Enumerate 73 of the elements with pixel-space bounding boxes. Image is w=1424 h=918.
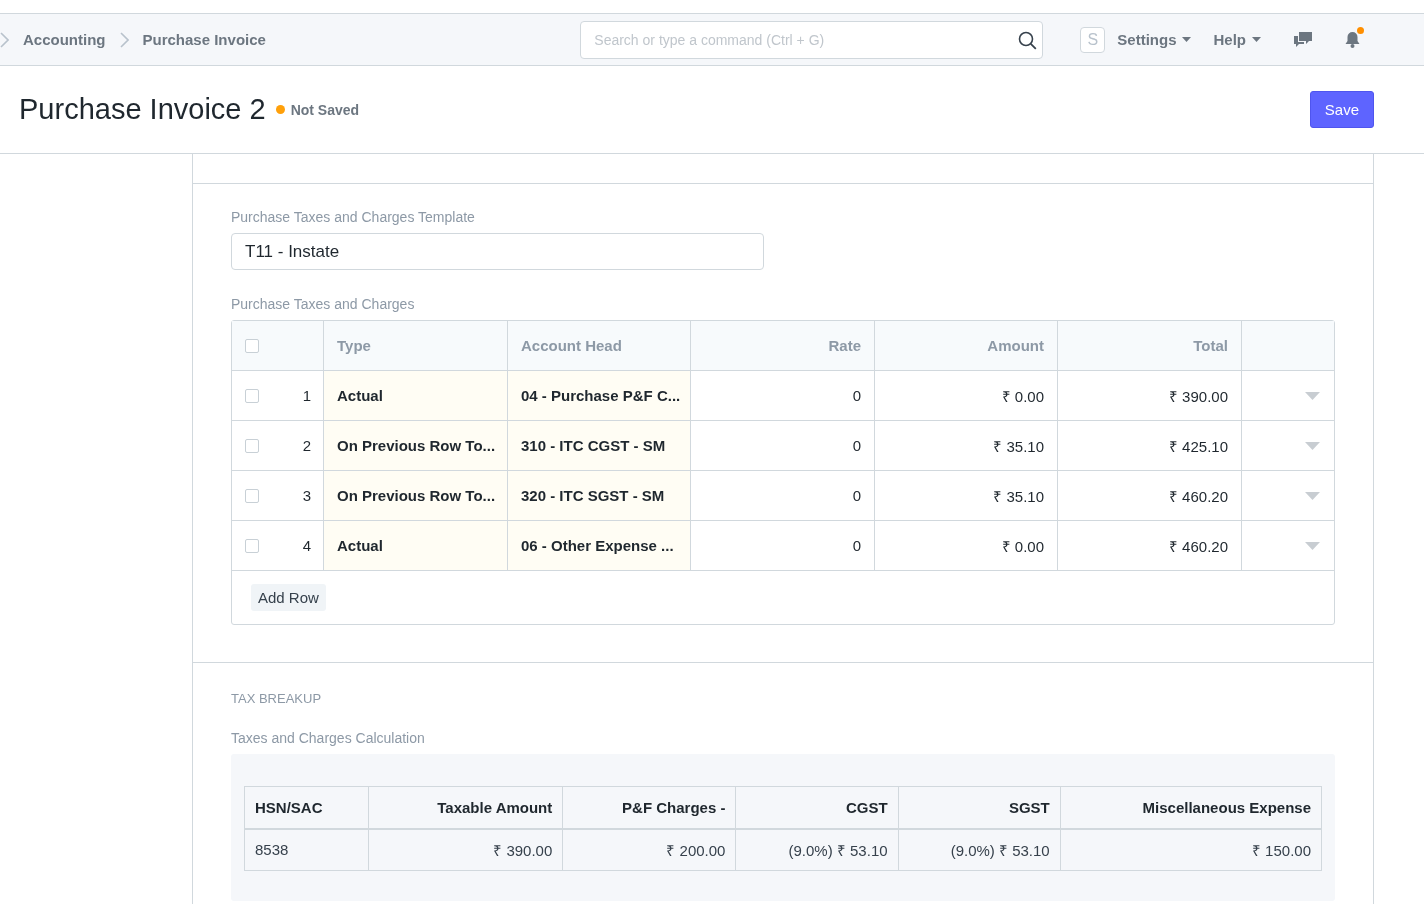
column-header: Rate <box>690 321 874 370</box>
column-header: Amount <box>874 321 1057 370</box>
template-field[interactable]: T11 - Instate <box>231 233 764 270</box>
nav-menu[interactable]: Help <box>1213 31 1261 48</box>
table-label: Purchase Taxes and Charges <box>231 296 416 312</box>
table-cell[interactable]: Actual <box>323 521 507 570</box>
dropdown-caret-icon[interactable] <box>1305 541 1320 550</box>
row-number: 2 <box>302 437 311 454</box>
chat-button[interactable] <box>1293 31 1313 48</box>
row-number: 4 <box>302 537 311 554</box>
row-checkbox[interactable] <box>245 488 259 503</box>
search-field[interactable]: Search or type a command (Ctrl + G) <box>580 20 1044 59</box>
table-cell[interactable]: 0 <box>690 371 874 420</box>
table-cell[interactable]: ₹ 0.00 <box>874 371 1057 420</box>
save-button[interactable]: Save <box>1309 91 1374 128</box>
section-label: Taxes and Charges Calculation <box>231 730 426 746</box>
table-cell[interactable]: ₹ 0.00 <box>874 521 1057 570</box>
table-cell[interactable]: 06 - Other Expense ... <box>507 521 690 570</box>
caret-icon <box>1252 37 1261 42</box>
table-cell[interactable]: 0 <box>690 521 874 570</box>
table-cell[interactable]: 0 <box>690 471 874 520</box>
table-cell: 8538 <box>244 828 369 871</box>
page-title: Purchase Invoice 2 <box>19 93 266 126</box>
breadcrumb-link[interactable]: Purchase Invoice <box>142 31 266 48</box>
table-cell[interactable]: 0 <box>690 421 874 470</box>
table-cell[interactable]: On Previous Row To... <box>323 471 507 520</box>
column-header: Account Head <box>507 321 690 370</box>
column-header: Taxable Amount <box>368 786 563 829</box>
column-header: Type <box>323 321 507 370</box>
table-cell[interactable]: On Previous Row To... <box>323 421 507 470</box>
chevron-right-icon <box>119 31 129 48</box>
select-all-checkbox[interactable] <box>245 338 259 353</box>
column-header: SGST <box>898 786 1061 829</box>
row-number: 1 <box>302 387 311 404</box>
table-cell[interactable]: 04 - Purchase P&F C... <box>507 371 690 420</box>
caret-icon <box>1182 37 1192 42</box>
row-checkbox[interactable] <box>245 438 259 453</box>
table-cell[interactable]: 320 - ITC SGST - SM <box>507 471 690 520</box>
dropdown-caret-icon[interactable] <box>1305 391 1320 400</box>
table-cell: ₹ 390.00 <box>368 828 563 871</box>
table-cell: ₹ 150.00 <box>1060 828 1322 871</box>
table-cell[interactable]: ₹ 425.10 <box>1057 421 1241 470</box>
table-cell[interactable]: ₹ 390.00 <box>1057 371 1241 420</box>
row-checkbox[interactable] <box>245 538 259 553</box>
table-cell[interactable]: ₹ 460.20 <box>1057 471 1241 520</box>
status-dot <box>275 105 285 114</box>
dropdown-caret-icon[interactable] <box>1305 441 1320 450</box>
chat-bubbles-icon <box>1293 31 1313 48</box>
table-cell[interactable]: 310 - ITC CGST - SM <box>507 421 690 470</box>
section-heading: TAX BREAKUP <box>231 691 323 706</box>
column-header: Total <box>1057 321 1241 370</box>
table-cell: (9.0%) ₹ 53.10 <box>898 828 1061 871</box>
column-header: CGST <box>735 786 899 829</box>
table-cell[interactable]: ₹ 35.10 <box>874 471 1057 520</box>
row-checkbox[interactable] <box>245 388 259 403</box>
row-number: 3 <box>302 487 311 504</box>
field-label: Purchase Taxes and Charges Template <box>231 209 476 225</box>
search-icon <box>1018 30 1038 50</box>
add-row-button[interactable]: Add Row <box>251 584 326 611</box>
table-cell: (9.0%) ₹ 53.10 <box>735 828 899 871</box>
table-cell[interactable]: Actual <box>323 371 507 420</box>
status-text: Not Saved <box>290 101 360 118</box>
column-header: Miscellaneous Expense <box>1060 786 1322 829</box>
breadcrumb-link[interactable]: Accounting <box>23 31 106 48</box>
bell-icon <box>1345 31 1360 48</box>
table-cell[interactable]: ₹ 35.10 <box>874 421 1057 470</box>
table-cell[interactable]: ₹ 460.20 <box>1057 521 1241 570</box>
column-header: HSN/SAC <box>244 786 369 829</box>
table-cell: ₹ 200.00 <box>562 828 736 871</box>
chevron-right-icon <box>0 31 9 48</box>
column-header: P&F Charges - <box>562 786 736 829</box>
dropdown-caret-icon[interactable] <box>1305 491 1320 500</box>
nav-menu[interactable]: Settings <box>1117 31 1192 48</box>
